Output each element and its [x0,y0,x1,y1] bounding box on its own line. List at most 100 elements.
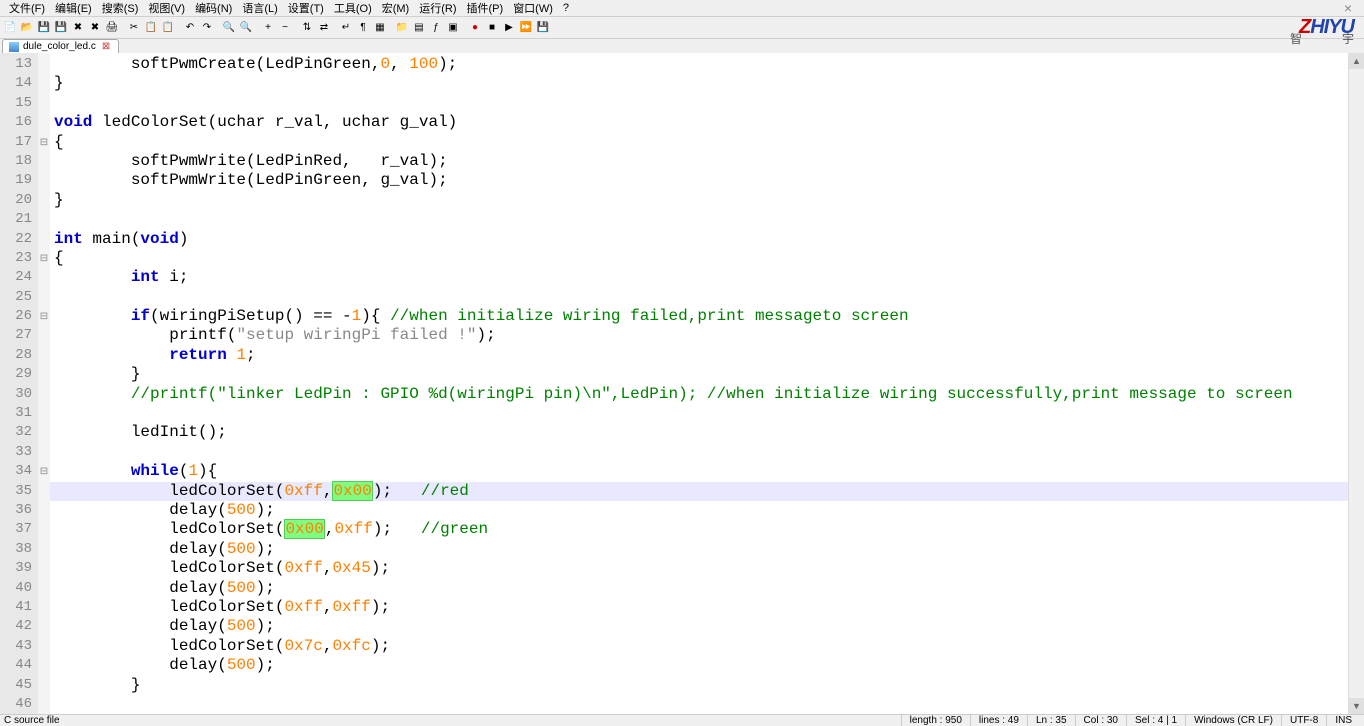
code-line[interactable] [50,210,1348,229]
code-line[interactable] [50,443,1348,462]
open-file-icon[interactable]: 📂 [19,20,35,36]
menu-item[interactable]: 编码(N) [190,0,237,16]
fast-icon[interactable]: ⏩ [518,20,534,36]
code-area[interactable]: softPwmCreate(LedPinGreen,0, 100);} void… [50,53,1348,714]
new-file-icon[interactable]: 📄 [2,20,18,36]
line-number: 20 [0,191,38,210]
menu-item[interactable]: 工具(O) [329,0,377,16]
scroll-up-icon[interactable]: ▲ [1349,53,1364,69]
wrap-icon[interactable]: ↵ [338,20,354,36]
line-number: 15 [0,94,38,113]
close-icon[interactable]: ✖ [70,20,86,36]
menu-item[interactable]: 搜索(S) [97,0,144,16]
file-icon [9,42,19,52]
show-all-icon[interactable]: ¶ [355,20,371,36]
code-line[interactable]: ledColorSet(0xff,0xff); [50,598,1348,617]
scroll-down-icon[interactable]: ▼ [1349,698,1364,714]
code-line[interactable]: ledInit(); [50,423,1348,442]
menu-item[interactable]: 文件(F) [4,0,50,16]
find-icon[interactable]: 🔍 [221,20,237,36]
menu-item[interactable]: 视图(V) [143,0,190,16]
window-close-icon[interactable]: × [1336,0,1360,16]
code-line[interactable]: ledColorSet(0x00,0xff); //green [50,520,1348,539]
doc-map-icon[interactable]: ▤ [411,20,427,36]
code-line[interactable] [50,288,1348,307]
code-line[interactable]: if(wiringPiSetup() == -1){ //when initia… [50,307,1348,326]
save-macro-icon[interactable]: 💾 [535,20,551,36]
code-line[interactable]: { [50,133,1348,152]
sync-v-icon[interactable]: ⇅ [299,20,315,36]
code-line[interactable]: softPwmCreate(LedPinGreen,0, 100); [50,55,1348,74]
func-list-icon[interactable]: ƒ [428,20,444,36]
line-number: 13 [0,55,38,74]
record-icon[interactable]: ● [467,20,483,36]
menu-item[interactable]: 运行(R) [414,0,461,16]
paste-icon[interactable]: 📋 [160,20,176,36]
menu-item[interactable]: ? [558,2,574,14]
code-line[interactable]: } [50,676,1348,695]
fold-marker[interactable]: ⊟ [38,133,50,152]
code-line[interactable]: ledColorSet(0x7c,0xfc); [50,637,1348,656]
vertical-scrollbar[interactable]: ▲ ▼ [1348,53,1364,714]
menu-item[interactable]: 编辑(E) [50,0,97,16]
code-line[interactable]: //printf("linker LedPin : GPIO %d(wiring… [50,385,1348,404]
tab-filename: dule_color_led.c [23,41,96,52]
pin-icon[interactable]: 智 [1290,30,1302,47]
code-line[interactable]: softPwmWrite(LedPinRed, r_val); [50,152,1348,171]
toolbar: 📄📂💾💾✖✖🖨✂📋📋↶↷🔍🔍+−⇅⇄↵¶▦📁▤ƒ▣●■▶⏩💾ZHIYU [0,17,1364,39]
fold-marker [38,288,50,307]
save-icon[interactable]: 💾 [36,20,52,36]
code-line[interactable] [50,404,1348,423]
zoom-in-icon[interactable]: + [260,20,276,36]
indent-guide-icon[interactable]: ▦ [372,20,388,36]
tab-close-icon[interactable]: ⊠ [100,41,112,52]
menu-item[interactable]: 设置(T) [283,0,329,16]
code-line[interactable]: delay(500); [50,501,1348,520]
code-line[interactable]: } [50,191,1348,210]
code-line[interactable] [50,695,1348,714]
menu-item[interactable]: 窗口(W) [508,0,558,16]
undo-icon[interactable]: ↶ [182,20,198,36]
replace-icon[interactable]: 🔍 [238,20,254,36]
fold-marker [38,579,50,598]
zoom-out-icon[interactable]: − [277,20,293,36]
code-line[interactable]: delay(500); [50,540,1348,559]
sync-h-icon[interactable]: ⇄ [316,20,332,36]
save-all-icon[interactable]: 💾 [53,20,69,36]
fold-icon[interactable]: ▣ [445,20,461,36]
copy-icon[interactable]: 📋 [143,20,159,36]
code-line[interactable]: delay(500); [50,656,1348,675]
fold-marker[interactable]: ⊟ [38,249,50,268]
stop-icon[interactable]: ■ [484,20,500,36]
pin-icon[interactable]: 宇 [1342,30,1354,47]
code-line[interactable]: while(1){ [50,462,1348,481]
play-icon[interactable]: ▶ [501,20,517,36]
print-icon[interactable]: 🖨 [104,20,120,36]
file-tab[interactable]: dule_color_led.c ⊠ [2,39,119,53]
code-line[interactable]: } [50,74,1348,93]
folder-icon[interactable]: 📁 [394,20,410,36]
fold-marker[interactable]: ⊟ [38,307,50,326]
menu-item[interactable]: 宏(M) [377,0,415,16]
menu-item[interactable]: 语言(L) [237,0,282,16]
code-line[interactable]: void ledColorSet(uchar r_val, uchar g_va… [50,113,1348,132]
code-line[interactable]: printf("setup wiringPi failed !"); [50,326,1348,345]
code-line[interactable]: { [50,249,1348,268]
code-line[interactable]: int main(void) [50,230,1348,249]
code-line[interactable]: int i; [50,268,1348,287]
code-line[interactable]: delay(500); [50,579,1348,598]
code-line[interactable]: softPwmWrite(LedPinGreen, g_val); [50,171,1348,190]
menu-item[interactable]: 插件(P) [462,0,509,16]
code-line[interactable] [50,94,1348,113]
redo-icon[interactable]: ↷ [199,20,215,36]
cut-icon[interactable]: ✂ [126,20,142,36]
line-number: 14 [0,74,38,93]
code-line[interactable]: } [50,365,1348,384]
code-line[interactable]: ledColorSet(0xff,0x45); [50,559,1348,578]
code-line[interactable]: delay(500); [50,617,1348,636]
code-line[interactable]: ledColorSet(0xff,0x00); //red [50,482,1348,501]
code-line[interactable]: return 1; [50,346,1348,365]
line-number: 26 [0,307,38,326]
fold-marker[interactable]: ⊟ [38,462,50,481]
close-all-icon[interactable]: ✖ [87,20,103,36]
